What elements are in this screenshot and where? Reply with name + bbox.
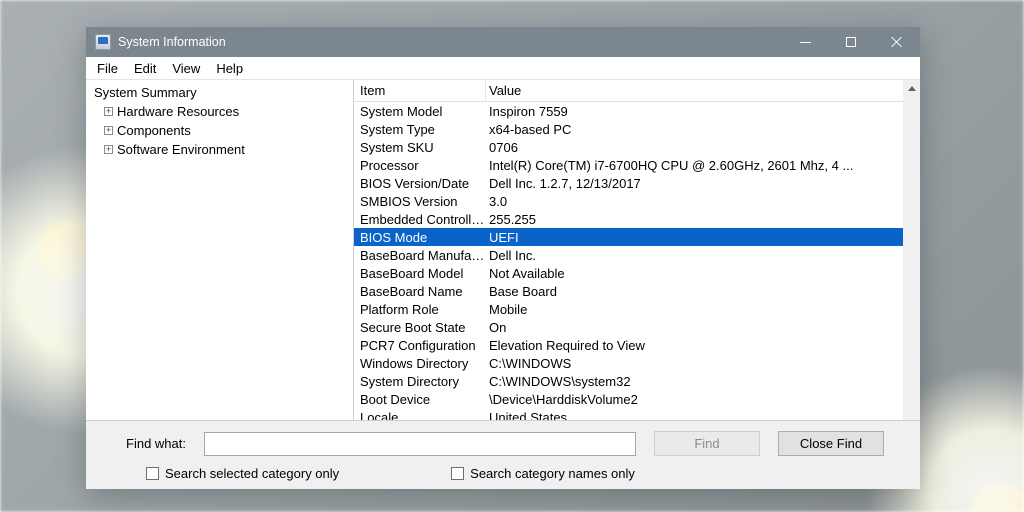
cell-value: Inspiron 7559 [486, 104, 920, 119]
title-bar[interactable]: System Information [86, 27, 920, 57]
cell-item: BaseBoard Manufacturer [354, 248, 486, 263]
table-row[interactable]: Windows DirectoryC:\WINDOWS [354, 354, 920, 372]
cell-value: 3.0 [486, 194, 920, 209]
cell-value: Not Available [486, 266, 920, 281]
tree-root[interactable]: System Summary [86, 83, 353, 102]
cell-value: Dell Inc. [486, 248, 920, 263]
table-row[interactable]: BaseBoard ManufacturerDell Inc. [354, 246, 920, 264]
column-header-item[interactable]: Item [354, 80, 486, 101]
tree-item-label: Components [117, 123, 191, 138]
window-title: System Information [118, 35, 226, 49]
cell-item: System SKU [354, 140, 486, 155]
menu-file[interactable]: File [90, 59, 125, 78]
cell-item: BaseBoard Model [354, 266, 486, 281]
check-label: Search category names only [470, 466, 635, 481]
cell-item: Boot Device [354, 392, 486, 407]
cell-value: C:\WINDOWS\system32 [486, 374, 920, 389]
cell-item: Platform Role [354, 302, 486, 317]
tree-item-label: Hardware Resources [117, 104, 239, 119]
table-row[interactable]: SMBIOS Version3.0 [354, 192, 920, 210]
cell-value: On [486, 320, 920, 335]
table-row[interactable]: BaseBoard NameBase Board [354, 282, 920, 300]
menu-view[interactable]: View [165, 59, 207, 78]
category-tree: System Summary + Hardware Resources + Compo… [86, 80, 354, 420]
cell-value: Mobile [486, 302, 920, 317]
maximize-icon [846, 37, 856, 47]
close-button[interactable] [874, 27, 920, 57]
close-find-button[interactable]: Close Find [778, 431, 884, 456]
cell-item: PCR7 Configuration [354, 338, 486, 353]
cell-value: C:\WINDOWS [486, 356, 920, 371]
cell-item: BaseBoard Name [354, 284, 486, 299]
content-area: System Summary + Hardware Resources + Compo… [86, 80, 920, 421]
close-icon [891, 36, 903, 48]
cell-value: 0706 [486, 140, 920, 155]
find-label: Find what: [114, 436, 186, 451]
system-information-window: System Information File Edit View Help S… [86, 27, 920, 489]
maximize-button[interactable] [828, 27, 874, 57]
cell-value: 255.255 [486, 212, 920, 227]
table-row[interactable]: System DirectoryC:\WINDOWS\system32 [354, 372, 920, 390]
table-row[interactable]: System ModelInspiron 7559 [354, 102, 920, 120]
cell-item: Windows Directory [354, 356, 486, 371]
table-row[interactable]: System SKU0706 [354, 138, 920, 156]
cell-value: \Device\HarddiskVolume2 [486, 392, 920, 407]
table-row[interactable]: BIOS ModeUEFI [354, 228, 920, 246]
table-row[interactable]: Boot Device\Device\HarddiskVolume2 [354, 390, 920, 408]
cell-item: System Model [354, 104, 486, 119]
tree-item[interactable]: + Hardware Resources [86, 102, 353, 121]
table-row[interactable]: ProcessorIntel(R) Core(TM) i7-6700HQ CPU… [354, 156, 920, 174]
menu-bar: File Edit View Help [86, 57, 920, 80]
rows-container: System ModelInspiron 7559System Typex64-… [354, 102, 920, 420]
cell-value: Dell Inc. 1.2.7, 12/13/2017 [486, 176, 920, 191]
find-input[interactable] [204, 432, 636, 456]
cell-value: Intel(R) Core(TM) i7-6700HQ CPU @ 2.60GH… [486, 158, 920, 173]
cell-item: BIOS Mode [354, 230, 486, 245]
table-row[interactable]: BaseBoard ModelNot Available [354, 264, 920, 282]
table-row[interactable]: Platform RoleMobile [354, 300, 920, 318]
table-row[interactable]: System Typex64-based PC [354, 120, 920, 138]
cell-item: Locale [354, 410, 486, 421]
table-row[interactable]: PCR7 ConfigurationElevation Required to … [354, 336, 920, 354]
table-row[interactable]: LocaleUnited States [354, 408, 920, 420]
minimize-icon [800, 42, 811, 43]
list-header: Item Value [354, 80, 920, 102]
cell-item: Processor [354, 158, 486, 173]
cell-value: Elevation Required to View [486, 338, 920, 353]
menu-edit[interactable]: Edit [127, 59, 163, 78]
search-selected-only-check[interactable]: Search selected category only [146, 466, 339, 481]
find-button[interactable]: Find [654, 431, 760, 456]
tree-item[interactable]: + Components [86, 121, 353, 140]
details-list: Item Value System ModelInspiron 7559Syst… [354, 80, 920, 420]
table-row[interactable]: Embedded Controller V...255.255 [354, 210, 920, 228]
search-names-only-check[interactable]: Search category names only [451, 466, 635, 481]
table-row[interactable]: BIOS Version/DateDell Inc. 1.2.7, 12/13/… [354, 174, 920, 192]
app-icon [95, 34, 111, 50]
minimize-button[interactable] [782, 27, 828, 57]
cell-value: Base Board [486, 284, 920, 299]
cell-value: UEFI [486, 230, 920, 245]
cell-item: Secure Boot State [354, 320, 486, 335]
checkbox-icon [451, 467, 464, 480]
column-header-value[interactable]: Value [486, 80, 920, 101]
scroll-up-icon [908, 86, 916, 91]
cell-item: BIOS Version/Date [354, 176, 486, 191]
expand-icon[interactable]: + [104, 126, 113, 135]
cell-item: System Directory [354, 374, 486, 389]
expand-icon[interactable]: + [104, 145, 113, 154]
expand-icon[interactable]: + [104, 107, 113, 116]
table-row[interactable]: Secure Boot StateOn [354, 318, 920, 336]
cell-item: SMBIOS Version [354, 194, 486, 209]
cell-item: Embedded Controller V... [354, 212, 486, 227]
vertical-scrollbar[interactable] [903, 80, 920, 420]
cell-value: United States [486, 410, 920, 421]
cell-item: System Type [354, 122, 486, 137]
check-label: Search selected category only [165, 466, 339, 481]
tree-item-label: Software Environment [117, 142, 245, 157]
find-panel: Find what: Find Close Find Search select… [86, 421, 920, 489]
menu-help[interactable]: Help [209, 59, 250, 78]
cell-value: x64-based PC [486, 122, 920, 137]
checkbox-icon [146, 467, 159, 480]
tree-item[interactable]: + Software Environment [86, 140, 353, 159]
